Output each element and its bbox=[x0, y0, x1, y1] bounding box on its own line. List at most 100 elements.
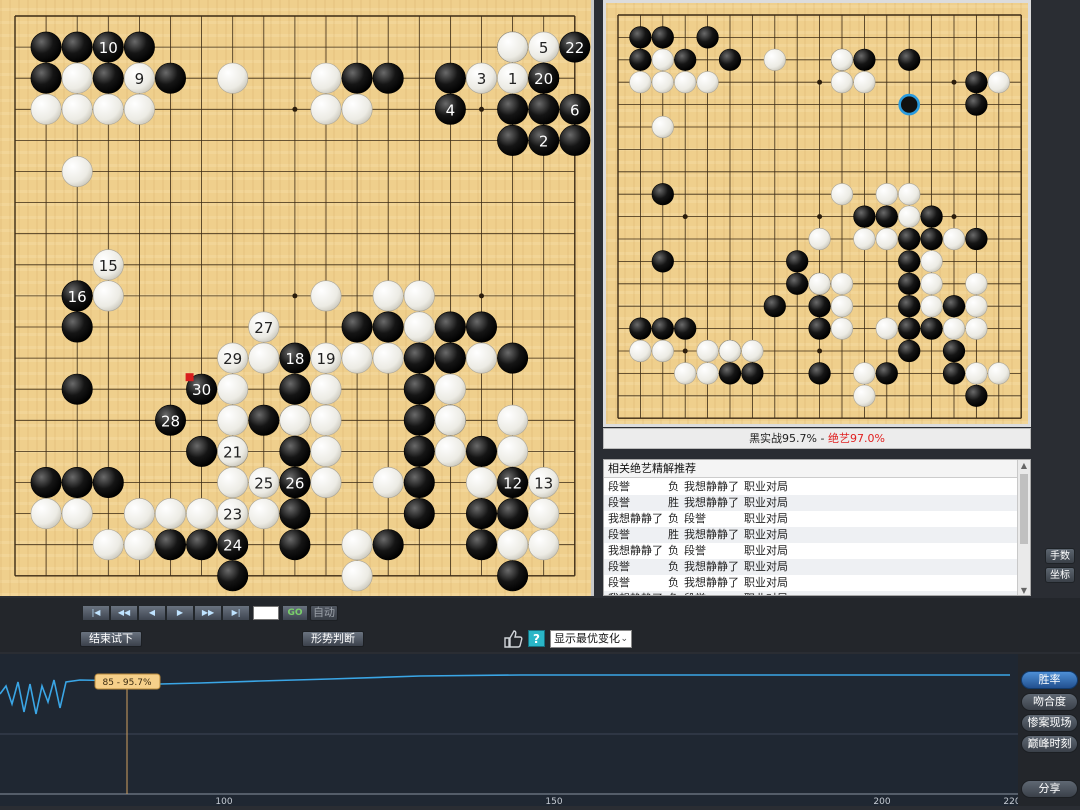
black-stone bbox=[898, 272, 921, 295]
white-stone bbox=[965, 362, 988, 385]
list-scrollbar[interactable]: ▲ ▼ bbox=[1017, 460, 1030, 595]
forward-button[interactable]: ▶ bbox=[166, 605, 194, 621]
coords-button[interactable]: 坐标 bbox=[1045, 567, 1075, 583]
white-stone bbox=[186, 498, 218, 530]
player-white-name: 我想静静了 bbox=[684, 480, 739, 493]
black-stone bbox=[920, 205, 943, 228]
player-black-name: 段誉 bbox=[608, 480, 630, 493]
last-move-button[interactable]: ▶| bbox=[222, 605, 250, 621]
player-white-name: 我想静静了 bbox=[684, 496, 739, 509]
situation-judge-button[interactable]: 形势判断 bbox=[302, 631, 364, 647]
list-item[interactable]: 段誉 胜我想静静了 职业对局 bbox=[604, 495, 1017, 511]
black-stone bbox=[30, 62, 62, 94]
white-stone bbox=[808, 272, 831, 295]
white-stone bbox=[942, 317, 966, 340]
black-stone bbox=[718, 48, 742, 71]
star-point bbox=[292, 106, 298, 112]
black-stone bbox=[559, 124, 591, 156]
scroll-up-icon[interactable]: ▲ bbox=[1018, 460, 1030, 472]
match-rate-button[interactable]: 吻合度 bbox=[1021, 693, 1078, 711]
white-stone bbox=[341, 560, 373, 592]
white-stone bbox=[808, 227, 831, 251]
black-stone bbox=[629, 317, 652, 340]
white-stone bbox=[696, 339, 719, 363]
star-point bbox=[682, 348, 688, 354]
move-number-label: 30 bbox=[192, 381, 211, 399]
winrate-button[interactable]: 胜率 bbox=[1021, 671, 1078, 689]
white-stone bbox=[465, 342, 497, 374]
game-type-text: 职业对局 bbox=[744, 591, 788, 595]
player-black-name: 我想静静了 bbox=[608, 591, 663, 595]
move-number-label: 20 bbox=[534, 70, 553, 88]
black-stone bbox=[629, 48, 652, 71]
auto-play-button[interactable]: 自动 bbox=[310, 605, 338, 621]
scroll-down-icon[interactable]: ▼ bbox=[1018, 585, 1030, 595]
list-item[interactable]: 段誉 胜我想静静了 职业对局 bbox=[604, 527, 1017, 543]
black-stone bbox=[528, 93, 560, 125]
list-item[interactable]: 段誉 负我想静静了 职业对局 bbox=[604, 559, 1017, 575]
move-number-label: 3 bbox=[477, 70, 487, 88]
white-stone bbox=[403, 280, 435, 312]
move-number-label: 29 bbox=[223, 350, 242, 368]
game-type-text: 职业对局 bbox=[744, 560, 788, 573]
move-number-label: 13 bbox=[534, 475, 553, 493]
black-stone bbox=[808, 295, 831, 318]
variation-select[interactable]: 显示最优变化 ⌄ bbox=[550, 630, 632, 648]
first-move-button[interactable]: |◀ bbox=[82, 605, 110, 621]
player-black-name: 我想静静了 bbox=[608, 512, 663, 525]
back-fast-button[interactable]: ◀◀ bbox=[110, 605, 138, 621]
black-stone bbox=[629, 26, 652, 49]
white-stone bbox=[528, 498, 560, 530]
black-stone bbox=[786, 272, 809, 295]
move-number-label: 23 bbox=[223, 506, 242, 524]
thumbs-up-icon[interactable] bbox=[503, 630, 523, 648]
scroll-thumb[interactable] bbox=[1020, 474, 1028, 544]
winrate-graph-canvas[interactable]: 85 - 95.7% 100 150 200 220 bbox=[0, 654, 1021, 807]
list-item[interactable]: 我想静静了负段誉职业对局 bbox=[604, 543, 1017, 559]
move-number-input[interactable] bbox=[253, 606, 279, 620]
forward-fast-button[interactable]: ▶▶ bbox=[194, 605, 222, 621]
move-number-label: 16 bbox=[68, 288, 87, 306]
black-stone bbox=[123, 31, 155, 63]
white-stone bbox=[651, 339, 674, 363]
x-tick-label: 200 bbox=[873, 797, 890, 806]
recommend-list-panel: 相关绝艺精解推荐 段誉负我想静静了 职业对局 段誉胜我想静静了 职业对局 我想静静了负段… bbox=[603, 459, 1031, 596]
move-number-label: 5 bbox=[539, 39, 549, 57]
list-item[interactable]: 我想静静了负段誉职业对局 bbox=[604, 511, 1017, 527]
white-stone bbox=[651, 115, 674, 139]
white-stone bbox=[830, 317, 854, 340]
list-item[interactable]: 段誉 负我想静静了 职业对局 bbox=[604, 575, 1017, 591]
main-go-board[interactable]: 10 9 5 22 3 1 20 4 6 2 15 16 27 29 18 19 30 28 21 25 26 12 13 2… bbox=[0, 0, 594, 596]
end-trial-button[interactable]: 结束试下 bbox=[80, 631, 142, 647]
winrate-caption-text: 黑实战95.7% - bbox=[749, 432, 828, 445]
share-button[interactable]: 分享 bbox=[1021, 780, 1078, 798]
peak-moment-button[interactable]: 巅峰时刻 bbox=[1021, 735, 1078, 753]
list-item[interactable]: 段誉 负我想静静了 职业对局 bbox=[604, 479, 1017, 495]
go-button[interactable]: GO bbox=[282, 605, 308, 621]
list-title: 相关绝艺精解推荐 bbox=[604, 460, 1030, 478]
black-stone bbox=[403, 373, 435, 405]
winrate-graph[interactable]: 85 - 95.7% 100 150 200 220 bbox=[0, 654, 1021, 807]
black-stone bbox=[497, 560, 529, 592]
black-stone bbox=[497, 93, 529, 125]
moves-button[interactable]: 手数 bbox=[1045, 548, 1075, 564]
black-stone bbox=[898, 295, 921, 318]
disaster-scene-button[interactable]: 惨案现场 bbox=[1021, 714, 1078, 732]
star-point bbox=[479, 106, 484, 112]
black-stone bbox=[898, 339, 921, 363]
list-item[interactable]: 我想静静了负段誉职业对局 bbox=[604, 591, 1017, 595]
black-stone bbox=[786, 250, 809, 273]
white-stone bbox=[279, 404, 311, 436]
result-text: 负 bbox=[668, 512, 679, 525]
white-stone bbox=[217, 466, 249, 498]
white-stone bbox=[920, 250, 943, 273]
help-icon[interactable]: ? bbox=[528, 630, 545, 647]
white-stone bbox=[853, 362, 876, 385]
mini-board-canvas[interactable] bbox=[606, 3, 1028, 424]
main-board-canvas[interactable]: 10 9 5 22 3 1 20 4 6 2 15 16 27 29 18 19 30 28 21 25 26 12 13 2… bbox=[0, 0, 591, 596]
white-stone bbox=[30, 498, 62, 530]
back-button[interactable]: ◀ bbox=[138, 605, 166, 621]
result-text: 胜 bbox=[668, 528, 679, 541]
result-text: 负 bbox=[668, 480, 679, 493]
mini-go-board[interactable] bbox=[603, 0, 1031, 427]
